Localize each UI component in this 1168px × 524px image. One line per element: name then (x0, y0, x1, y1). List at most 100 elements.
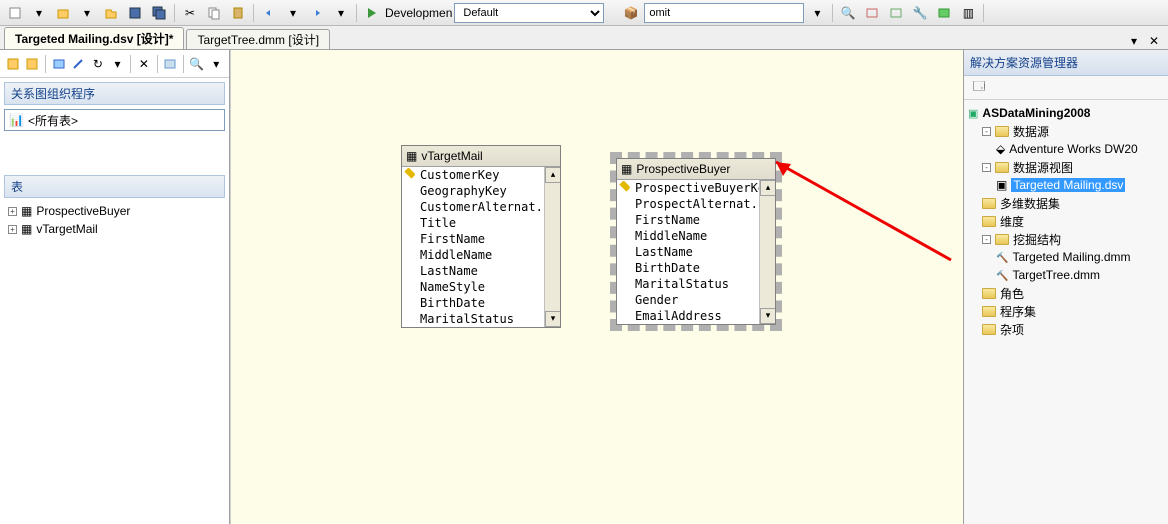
column-item[interactable]: FirstName (402, 231, 544, 247)
table-icon: ▦ (621, 162, 632, 176)
active-files-dropdown[interactable]: ▾ (1126, 33, 1142, 49)
column-item[interactable]: Title (402, 215, 544, 231)
mining-item[interactable]: Targeted Mailing.dmm (968, 248, 1164, 266)
folder-assemblies[interactable]: 程序集 (968, 302, 1164, 320)
project-dropdown[interactable]: ▾ (806, 2, 828, 24)
btn-more[interactable]: ▾ (109, 53, 127, 75)
column-item[interactable]: CustomerAlternat... (402, 199, 544, 215)
tab-targettree-dmm[interactable]: TargetTree.dmm [设计] (186, 29, 330, 49)
column-item[interactable]: MaritalStatus (402, 311, 544, 327)
folder-roles[interactable]: 角色 (968, 284, 1164, 302)
column-item[interactable]: GeographyKey (402, 183, 544, 199)
table-widget-header[interactable]: ▦ vTargetMail (402, 146, 560, 167)
table-widget-title: ProspectiveBuyer (636, 162, 730, 176)
scroll-down-icon[interactable]: ▾ (760, 308, 775, 324)
column-item[interactable]: ProspectiveBuyerKey (617, 180, 759, 196)
add-item-dropdown[interactable]: ▾ (76, 2, 98, 24)
object-browser-button[interactable]: ▥ (957, 2, 979, 24)
btn-delete[interactable]: ✕ (135, 53, 153, 75)
find-button[interactable]: 🔍 (837, 2, 859, 24)
paste-button[interactable] (227, 2, 249, 24)
copy-button[interactable] (203, 2, 225, 24)
scroll-up-icon[interactable]: ▴ (760, 180, 775, 196)
solution-explorer-panel: 解决方案资源管理器 🗔 ASDataMining2008 - 数据源 ⬙ Adv… (963, 50, 1168, 524)
column-item[interactable]: Gender (617, 292, 759, 308)
column-item[interactable]: FirstName (617, 212, 759, 228)
save-button[interactable] (124, 2, 146, 24)
table-widget-header[interactable]: ▦ ProspectiveBuyer (617, 159, 775, 180)
btn-refresh[interactable]: ↻ (89, 53, 107, 75)
dsv-item-targeted-mailing[interactable]: ▣ Targeted Mailing.dsv (968, 176, 1164, 194)
column-item[interactable]: EmailAddress (617, 308, 759, 324)
table-node-prospectivebuyer[interactable]: + ▦ ProspectiveBuyer (8, 202, 221, 220)
table-widget-title: vTargetMail (421, 149, 482, 163)
undo-button[interactable] (258, 2, 280, 24)
expand-icon[interactable]: + (8, 207, 17, 216)
solution-explorer-toolbar: 🗔 (964, 76, 1168, 100)
redo-dropdown[interactable]: ▾ (330, 2, 352, 24)
table-node-vtargetmail[interactable]: + ▦ vTargetMail (8, 220, 221, 238)
collapse-icon[interactable]: - (982, 127, 991, 136)
column-item[interactable]: MiddleName (617, 228, 759, 244)
start-button[interactable] (361, 2, 383, 24)
column-item[interactable]: LastName (617, 244, 759, 260)
window1-button[interactable] (861, 2, 883, 24)
new-project-button[interactable] (4, 2, 26, 24)
folder-datasources[interactable]: - 数据源 (968, 122, 1164, 140)
config-select[interactable]: Default (454, 3, 604, 23)
folder-icon (982, 216, 996, 227)
cut-button[interactable]: ✂ (179, 2, 201, 24)
table-widget-vtargetmail[interactable]: ▦ vTargetMail CustomerKey GeographyKey C… (401, 145, 561, 328)
column-item[interactable]: ProspectAlternat... (617, 196, 759, 212)
properties-button[interactable]: 🗔 (968, 77, 990, 99)
dsv-designer-canvas[interactable]: ▦ vTargetMail CustomerKey GeographyKey C… (230, 50, 963, 524)
mining-item[interactable]: TargetTree.dmm (968, 266, 1164, 284)
scroll-up-icon[interactable]: ▴ (545, 167, 560, 183)
btn-zoom[interactable]: 🔍 (188, 53, 206, 75)
new-project-dropdown[interactable]: ▾ (28, 2, 50, 24)
column-item[interactable]: MaritalStatus (617, 276, 759, 292)
add-item-button[interactable] (52, 2, 74, 24)
folder-misc[interactable]: 杂项 (968, 320, 1164, 338)
table-widget-prospectivebuyer[interactable]: ▦ ProspectiveBuyer ProspectiveBuyerKey P… (616, 158, 776, 325)
btn-new-named-query[interactable] (50, 53, 68, 75)
open-button[interactable] (100, 2, 122, 24)
deploy-button[interactable]: 📦 (620, 2, 642, 24)
collapse-icon[interactable]: - (982, 235, 991, 244)
redo-button[interactable] (306, 2, 328, 24)
folder-mining[interactable]: - 挖掘结构 (968, 230, 1164, 248)
properties-button[interactable] (933, 2, 955, 24)
table-scrollbar[interactable]: ▴ ▾ (544, 167, 560, 327)
collapse-icon[interactable]: - (982, 163, 991, 172)
column-item[interactable]: BirthDate (617, 260, 759, 276)
column-item[interactable]: NameStyle (402, 279, 544, 295)
project-combo[interactable] (644, 3, 804, 23)
all-tables-dropdown[interactable]: 📊 <所有表> (4, 109, 225, 131)
column-item[interactable]: CustomerKey (402, 167, 544, 183)
btn-add-related[interactable] (24, 53, 42, 75)
column-item[interactable]: BirthDate (402, 295, 544, 311)
toolbox-button[interactable]: 🔧 (909, 2, 931, 24)
btn-zoom-dropdown[interactable]: ▾ (207, 53, 225, 75)
item-label: Adventure Works DW20 (1009, 142, 1138, 156)
close-document-button[interactable]: ✕ (1146, 33, 1162, 49)
table-icon: ▦ (406, 149, 417, 163)
expand-icon[interactable]: + (8, 225, 17, 234)
column-item[interactable]: LastName (402, 263, 544, 279)
column-item[interactable]: MiddleName (402, 247, 544, 263)
folder-cubes[interactable]: 多维数据集 (968, 194, 1164, 212)
scroll-down-icon[interactable]: ▾ (545, 311, 560, 327)
btn-new-relation[interactable] (70, 53, 88, 75)
undo-dropdown[interactable]: ▾ (282, 2, 304, 24)
folder-dsv[interactable]: - 数据源视图 (968, 158, 1164, 176)
item-label: Targeted Mailing.dmm (1012, 250, 1130, 264)
datasource-item[interactable]: ⬙ Adventure Works DW20 (968, 140, 1164, 158)
save-all-button[interactable] (148, 2, 170, 24)
folder-dimensions[interactable]: 维度 (968, 212, 1164, 230)
window2-button[interactable] (885, 2, 907, 24)
btn-add-table[interactable] (4, 53, 22, 75)
btn-find-table[interactable] (162, 53, 180, 75)
tab-targeted-mailing-dsv[interactable]: Targeted Mailing.dsv [设计]* (4, 27, 184, 49)
project-node[interactable]: ASDataMining2008 (968, 104, 1164, 122)
table-scrollbar[interactable]: ▴ ▾ (759, 180, 775, 324)
